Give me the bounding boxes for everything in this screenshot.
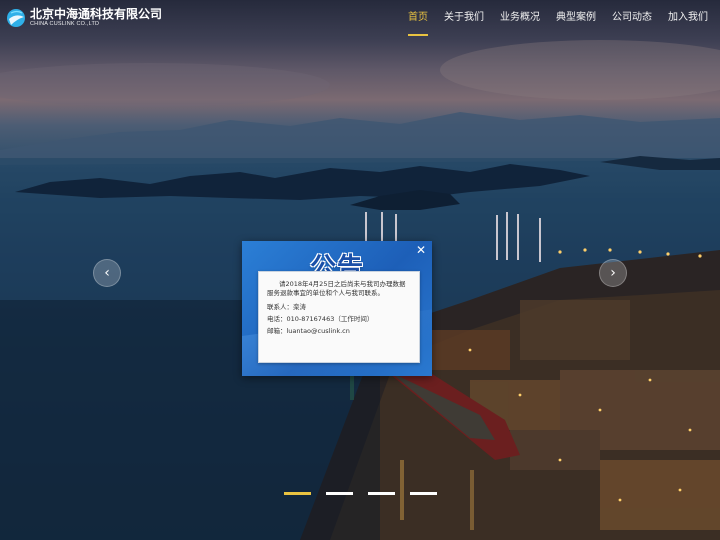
chevron-right-icon: › — [610, 265, 616, 281]
notice-email: 邮箱：luantao@cuslink.cn — [267, 327, 350, 335]
close-icon[interactable]: ✕ — [415, 244, 427, 256]
carousel-prev-button[interactable]: ‹ — [93, 259, 121, 287]
nav-item-home[interactable]: 首页 — [408, 10, 428, 36]
carousel-pagination — [284, 492, 452, 495]
logo-name-en: CHINA CUSLINK CO.,LTD — [30, 21, 100, 27]
logo[interactable]: 北京中海通科技有限公司 CHINA CUSLINK CO.,LTD — [5, 7, 162, 29]
globe-logo-icon — [7, 9, 25, 27]
site-header: 北京中海通科技有限公司 CHINA CUSLINK CO.,LTD 首页 关于我… — [0, 0, 720, 40]
nav-item-business[interactable]: 业务概况 — [500, 10, 540, 36]
notice-contact: 联系人：栾涛 — [267, 303, 306, 311]
carousel-dot[interactable] — [368, 492, 395, 495]
notice-popup: 公告 ✕ 请2018年4月25日之后尚未与我司办理数据服务退款事宜的单位和个人与… — [242, 241, 432, 376]
notice-body: 请2018年4月25日之后尚未与我司办理数据服务退款事宜的单位和个人与我司联系。 — [267, 280, 406, 297]
nav-item-cases[interactable]: 典型案例 — [556, 10, 596, 36]
logo-name-cn: 北京中海通科技有限公司 — [30, 7, 163, 21]
chevron-left-icon: ‹ — [104, 265, 110, 281]
carousel-dot[interactable] — [326, 492, 353, 495]
carousel-dot[interactable] — [410, 492, 437, 495]
carousel-next-button[interactable]: › — [599, 259, 627, 287]
main-nav: 首页 关于我们 业务概况 典型案例 公司动态 加入我们 — [392, 10, 708, 36]
notice-content: 请2018年4月25日之后尚未与我司办理数据服务退款事宜的单位和个人与我司联系。… — [258, 271, 420, 363]
nav-item-about[interactable]: 关于我们 — [444, 10, 484, 36]
nav-item-join[interactable]: 加入我们 — [668, 10, 708, 36]
nav-item-news[interactable]: 公司动态 — [612, 10, 652, 36]
carousel-dot[interactable] — [284, 492, 311, 495]
notice-phone: 电话：010-87167463（工作时间） — [267, 315, 374, 323]
